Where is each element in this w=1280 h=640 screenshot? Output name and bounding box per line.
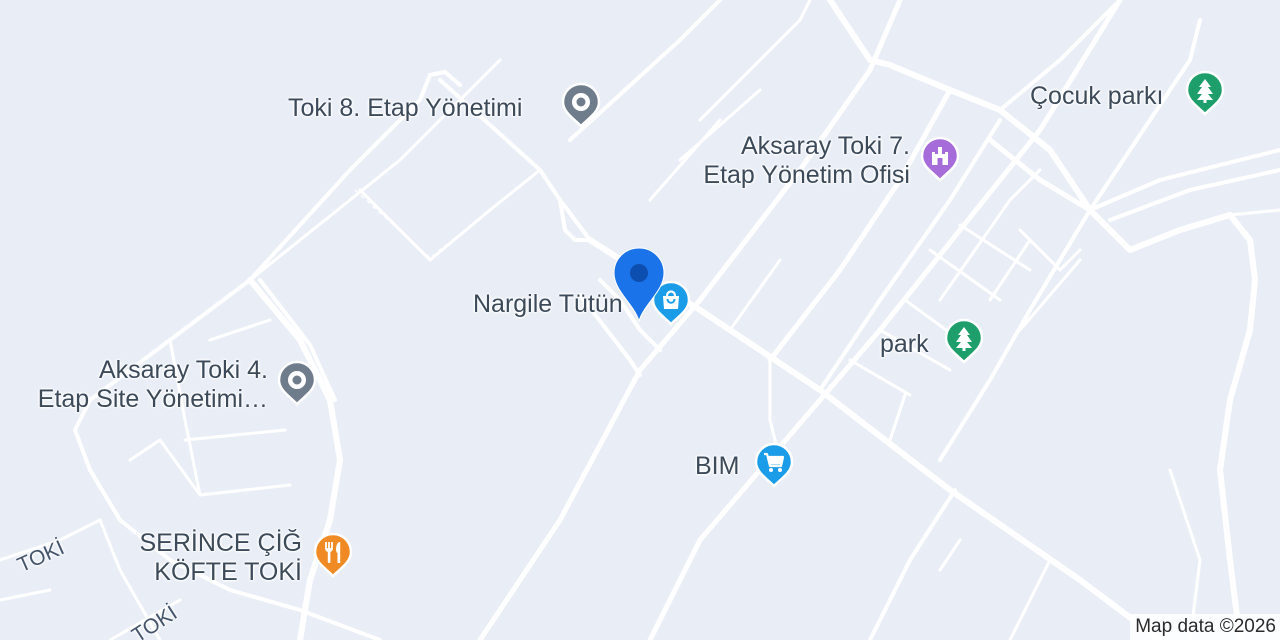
poi-label-toki4[interactable]: Aksaray Toki 4. Etap Site Yönetimi… bbox=[10, 356, 268, 414]
poi-marker-cocuk-parki[interactable] bbox=[1185, 70, 1225, 116]
location-marker-shape bbox=[613, 247, 665, 323]
fork-knife-icon bbox=[313, 532, 353, 578]
poi-marker-toki7[interactable] bbox=[920, 136, 960, 182]
tree-icon bbox=[944, 318, 984, 364]
poi-label-toki7[interactable]: Aksaray Toki 7. Etap Yönetim Ofisi bbox=[660, 132, 910, 190]
pin-dot-icon bbox=[561, 82, 601, 128]
building-icon bbox=[920, 136, 960, 182]
poi-label-toki4-line1: Aksaray Toki 4. bbox=[98, 356, 268, 384]
poi-label-toki8[interactable]: Toki 8. Etap Yönetimi bbox=[288, 94, 522, 123]
poi-marker-toki4[interactable] bbox=[277, 360, 317, 406]
shopping-cart-icon bbox=[754, 442, 794, 488]
poi-label-cocuk-parki[interactable]: Çocuk parkı bbox=[1030, 82, 1163, 111]
poi-label-toki7-line2: Etap Yönetim Ofisi bbox=[703, 161, 910, 189]
poi-label-serince-line2: KÖFTE TOKİ bbox=[154, 558, 302, 586]
pin-dot-icon bbox=[277, 360, 317, 406]
tree-icon bbox=[1185, 70, 1225, 116]
poi-label-park[interactable]: park bbox=[880, 330, 929, 359]
location-marker-icon[interactable] bbox=[612, 246, 666, 324]
poi-label-serince[interactable]: SERİNCE ÇİĞ KÖFTE TOKİ bbox=[100, 529, 302, 587]
map-canvas[interactable]: TOKİ TOKİ Toki 8. Etap Yönetimi Aksaray … bbox=[0, 0, 1280, 640]
poi-label-nargile-tutun[interactable]: Nargile Tütün bbox=[473, 290, 623, 319]
poi-label-serince-line1: SERİNCE ÇİĞ bbox=[139, 529, 302, 557]
poi-label-toki7-line1: Aksaray Toki 7. bbox=[740, 132, 910, 160]
poi-marker-toki8[interactable] bbox=[561, 82, 601, 128]
poi-marker-bim[interactable] bbox=[754, 442, 794, 488]
poi-label-bim[interactable]: BIM bbox=[695, 452, 739, 481]
poi-marker-serince[interactable] bbox=[313, 532, 353, 578]
map-attribution: Map data ©2026 bbox=[1130, 614, 1280, 640]
poi-label-toki4-line2: Etap Site Yönetimi… bbox=[37, 385, 268, 413]
poi-marker-park[interactable] bbox=[944, 318, 984, 364]
